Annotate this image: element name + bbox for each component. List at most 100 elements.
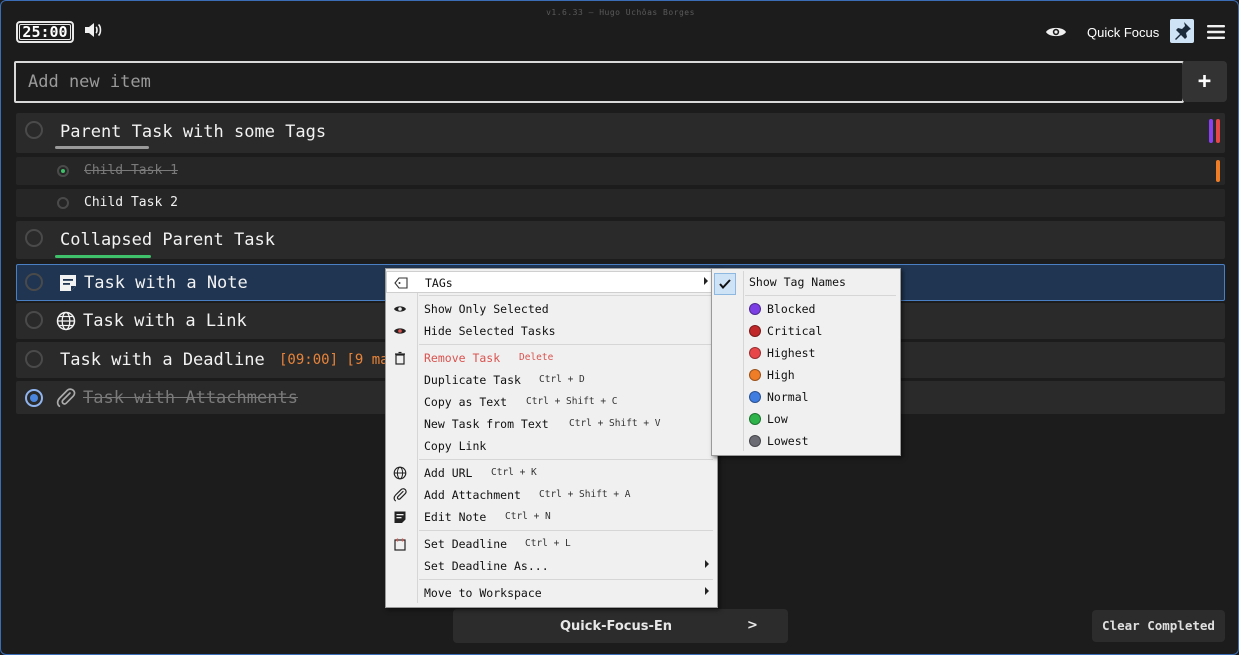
tag-item-high[interactable]: High xyxy=(712,364,900,386)
paperclip-icon xyxy=(393,488,407,502)
menu-label: Copy Link xyxy=(424,439,487,453)
menu-shortcut: Ctrl + Shift + V xyxy=(569,418,661,429)
task-row[interactable]: Parent Task with some Tags xyxy=(16,113,1225,153)
submenu-arrow-icon xyxy=(704,277,708,285)
menu-item-show-tag-names[interactable]: Show Tag Names xyxy=(712,271,900,295)
menu-item-set-deadline[interactable]: Set Deadline Ctrl + L xyxy=(386,533,717,555)
task-checkbox[interactable] xyxy=(25,273,43,291)
tag-indicator-blocked xyxy=(1209,119,1213,143)
menu-separator xyxy=(419,459,713,460)
tag-label: Blocked xyxy=(767,302,816,316)
menu-separator xyxy=(419,344,713,345)
tag-item-blocked[interactable]: Blocked xyxy=(712,298,900,320)
tag-item-normal[interactable]: Normal xyxy=(712,386,900,408)
tag-color-dot xyxy=(749,391,761,403)
note-icon[interactable] xyxy=(58,273,78,293)
task-checkbox[interactable] xyxy=(25,389,43,407)
menu-item-add-url[interactable]: Add URL Ctrl + K xyxy=(386,462,717,484)
task-title: Task with a Link xyxy=(83,311,247,331)
menu-separator xyxy=(419,579,713,580)
task-row[interactable]: Collapsed Parent Task xyxy=(16,221,1225,259)
menu-item-copy-link[interactable]: Copy Link xyxy=(386,435,717,457)
menu-shortcut: Ctrl + D xyxy=(539,374,585,385)
menu-item-edit-note[interactable]: Edit Note Ctrl + N xyxy=(386,506,717,528)
submenu-arrow-icon xyxy=(705,587,709,595)
workspace-switcher-button[interactable]: Quick-Focus-En > xyxy=(453,609,788,643)
task-title: Child Task 2 xyxy=(84,195,178,210)
pomodoro-timer[interactable]: 25:00 xyxy=(16,21,74,43)
task-title: Task with a Deadline xyxy=(60,350,265,370)
menu-shortcut: Ctrl + K xyxy=(491,467,537,478)
task-checkbox[interactable] xyxy=(25,311,43,329)
menu-label: Remove Task xyxy=(424,351,501,365)
collapsed-underline xyxy=(55,255,151,258)
tag-color-dot xyxy=(749,413,761,425)
menu-item-tags[interactable]: TAGs xyxy=(386,271,717,293)
tags-submenu: Show Tag Names Blocked Critical Highest … xyxy=(711,268,901,456)
menu-item-remove-task[interactable]: Remove Task Delete xyxy=(386,347,717,369)
menu-label: Show Only Selected xyxy=(424,302,549,316)
clear-completed-button[interactable]: Clear Completed xyxy=(1092,610,1225,642)
tag-color-dot xyxy=(749,347,761,359)
menu-label: New Task from Text xyxy=(424,417,549,431)
add-item-input[interactable] xyxy=(14,61,1184,103)
menu-shortcut: Ctrl + N xyxy=(505,511,551,522)
menu-label: Hide Selected Tasks xyxy=(424,324,556,338)
submenu-arrow-icon xyxy=(705,560,709,568)
chevron-right-icon: > xyxy=(747,618,758,633)
menu-item-hide-selected[interactable]: Hide Selected Tasks xyxy=(386,320,717,342)
tag-item-highest[interactable]: Highest xyxy=(712,342,900,364)
menu-item-move-to-workspace[interactable]: Move to Workspace xyxy=(386,582,717,604)
paperclip-icon[interactable] xyxy=(56,388,76,408)
eye-off-icon xyxy=(394,328,406,334)
menu-label: Set Deadline As... xyxy=(424,559,549,573)
speaker-icon[interactable] xyxy=(83,21,103,39)
task-row[interactable]: Child Task 2 xyxy=(16,189,1225,217)
menu-label: Duplicate Task xyxy=(424,373,521,387)
pin-button[interactable] xyxy=(1170,19,1194,43)
tag-label: Critical xyxy=(767,324,823,338)
tag-color-dot xyxy=(749,303,761,315)
menu-label: Edit Note xyxy=(424,510,487,524)
tag-label: Lowest xyxy=(767,434,809,448)
task-title: Parent Task with some Tags xyxy=(60,122,327,142)
task-checkbox[interactable] xyxy=(25,350,43,368)
menu-label: Add Attachment xyxy=(424,488,521,502)
trash-icon xyxy=(395,351,405,365)
parent-underline xyxy=(55,146,149,149)
globe-icon[interactable] xyxy=(56,311,76,331)
menu-item-show-only-selected[interactable]: Show Only Selected xyxy=(386,298,717,320)
task-row[interactable]: Child Task 1 xyxy=(16,157,1225,185)
task-checkbox[interactable] xyxy=(57,165,69,177)
task-checkbox[interactable] xyxy=(57,197,69,209)
workspace-name: Quick-Focus-En xyxy=(559,619,673,634)
pin-icon xyxy=(1175,22,1191,40)
task-checkbox[interactable] xyxy=(25,121,43,139)
tag-color-dot xyxy=(749,435,761,447)
tag-color-dot xyxy=(749,369,761,381)
version-label: v1.6.33 — Hugo Uchôas Borges xyxy=(546,8,695,17)
note-icon xyxy=(394,511,406,523)
tag-label: High xyxy=(767,368,795,382)
menu-item-set-deadline-as[interactable]: Set Deadline As... xyxy=(386,555,717,577)
add-item-button[interactable]: + xyxy=(1182,61,1227,102)
tag-item-low[interactable]: Low xyxy=(712,408,900,430)
hamburger-menu-icon[interactable] xyxy=(1207,24,1225,40)
tag-item-lowest[interactable]: Lowest xyxy=(712,430,900,452)
menu-item-new-task-from-text[interactable]: New Task from Text Ctrl + Shift + V xyxy=(386,413,717,435)
globe-icon xyxy=(393,466,407,480)
tag-item-critical[interactable]: Critical xyxy=(712,320,900,342)
task-checkbox[interactable] xyxy=(25,229,43,247)
tag-indicator-highest xyxy=(1216,119,1220,143)
tag-indicator-high xyxy=(1216,160,1220,182)
tag-label: Normal xyxy=(767,390,809,404)
task-title: Task with a Note xyxy=(84,273,248,293)
menu-item-copy-as-text[interactable]: Copy as Text Ctrl + Shift + C xyxy=(386,391,717,413)
quick-focus-button[interactable]: Quick Focus xyxy=(1087,25,1159,40)
menu-item-add-attachment[interactable]: Add Attachment Ctrl + Shift + A xyxy=(386,484,717,506)
menu-item-duplicate-task[interactable]: Duplicate Task Ctrl + D xyxy=(386,369,717,391)
eye-icon[interactable] xyxy=(1045,25,1067,39)
tag-label: Low xyxy=(767,412,788,426)
tag-icon xyxy=(394,277,408,289)
menu-label: Set Deadline xyxy=(424,537,508,551)
